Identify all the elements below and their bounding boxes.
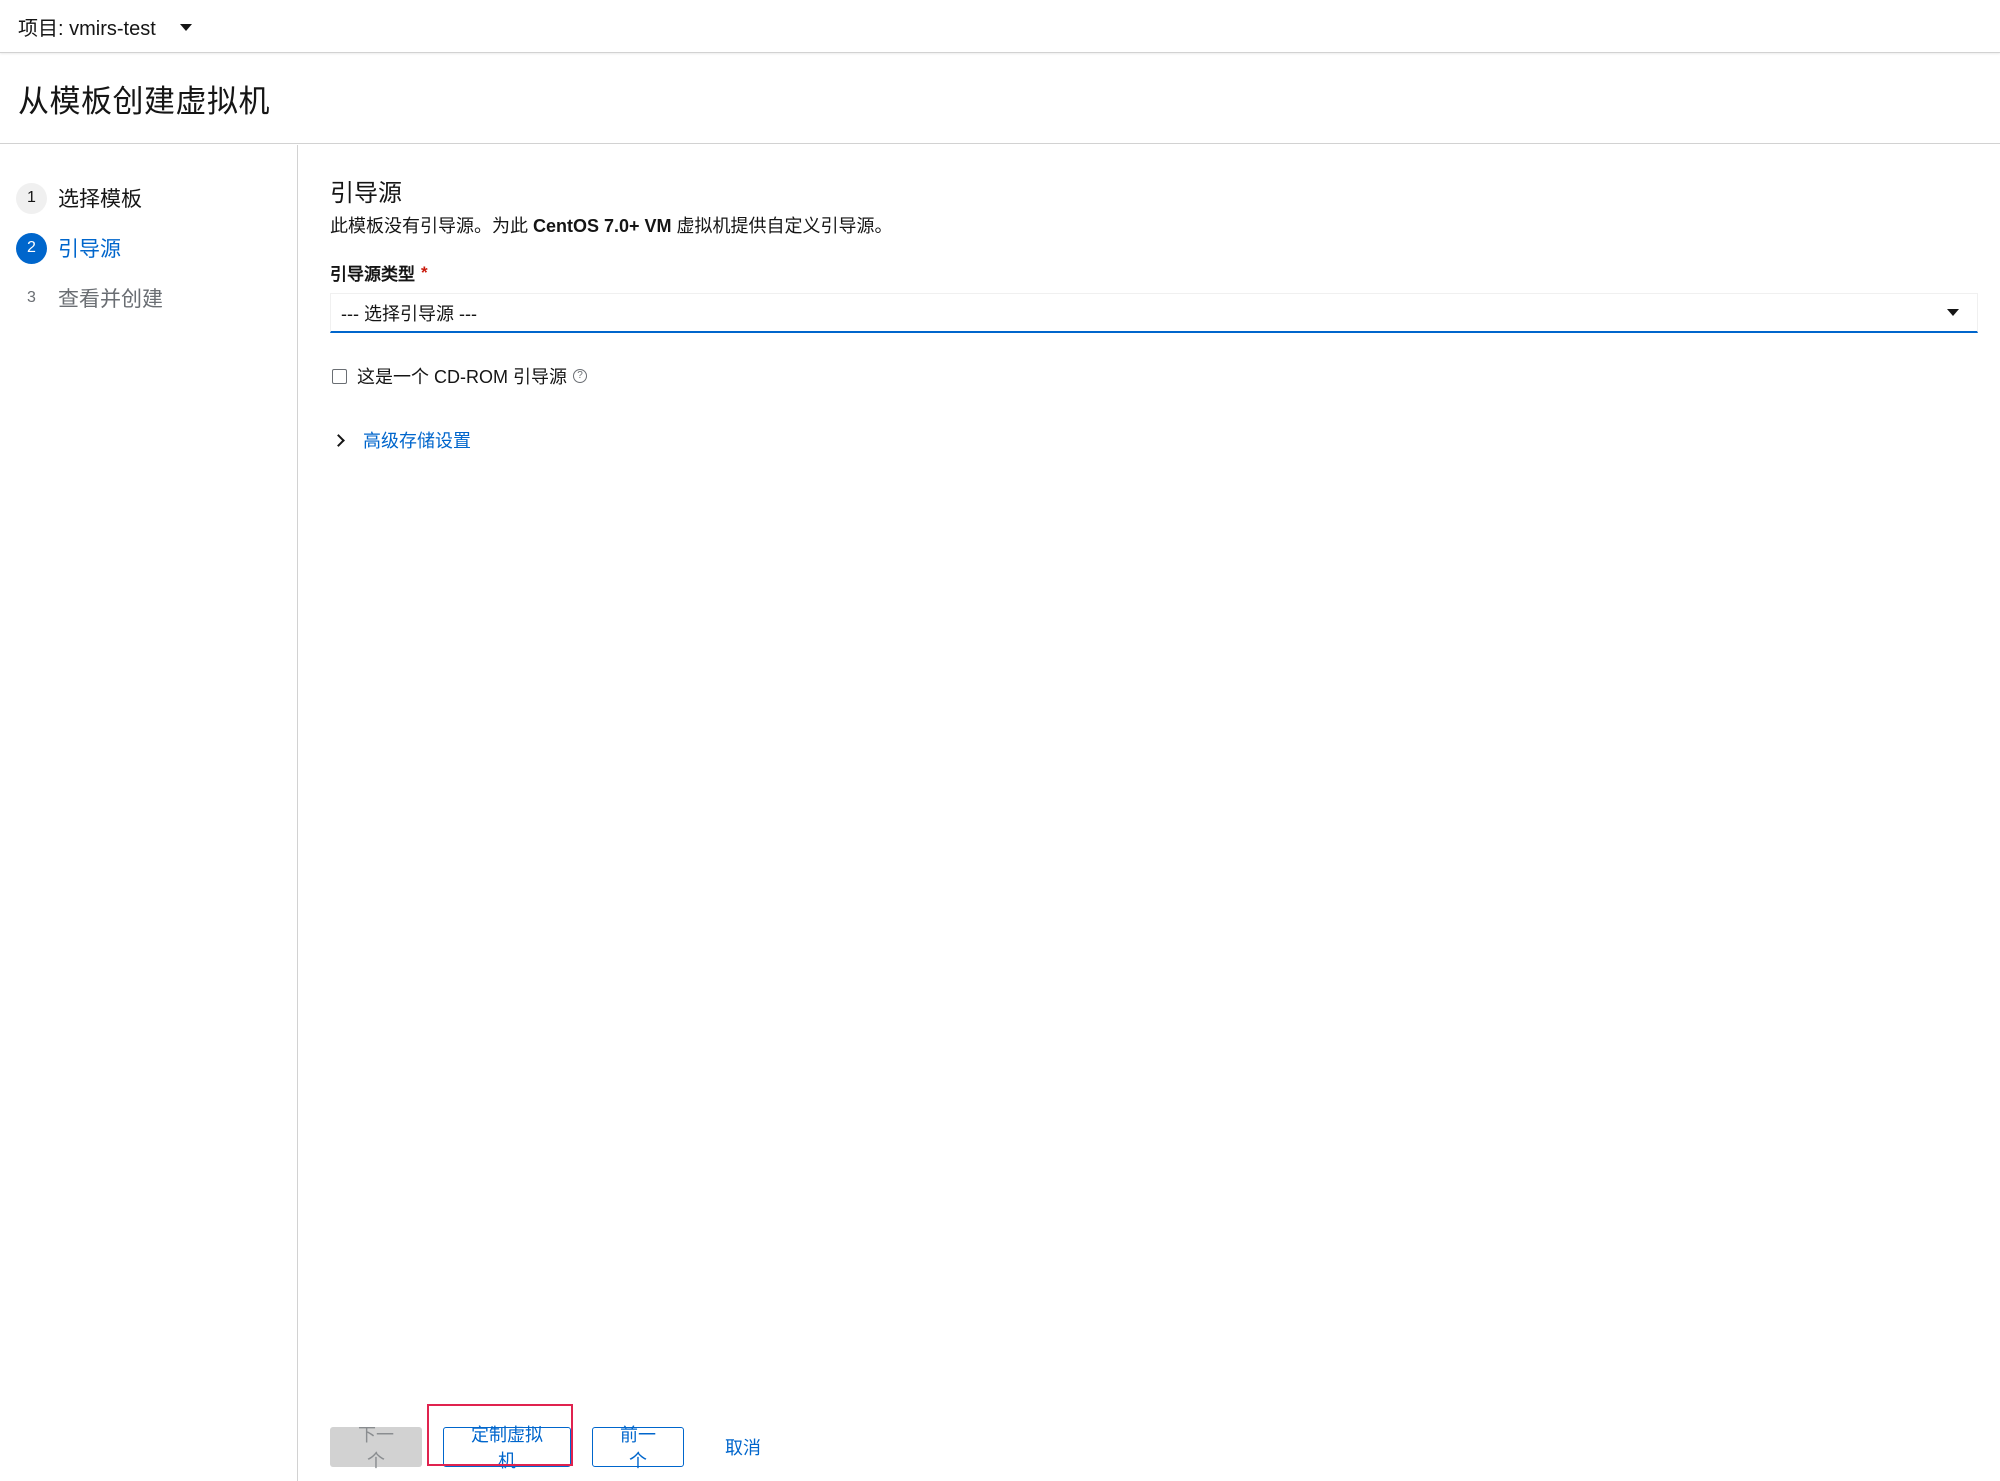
section-description: 此模板没有引导源。为此 CentOS 7.0+ VM 虚拟机提供自定义引导源。 bbox=[330, 214, 2000, 238]
project-selector[interactable]: 项目: vmirs-test bbox=[18, 12, 192, 41]
wizard-steps-nav: 1 选择模板 2 引导源 3 查看并创建 bbox=[0, 145, 298, 1481]
topbar: 项目: vmirs-test bbox=[0, 0, 2000, 53]
boot-source-type-select[interactable]: --- 选择引导源 --- bbox=[330, 293, 1978, 333]
next-button: 下一个 bbox=[330, 1425, 422, 1471]
boot-source-type-select-value: --- 选择引导源 --- bbox=[341, 303, 477, 324]
section-title: 引导源 bbox=[330, 180, 402, 207]
step-number: 3 bbox=[27, 289, 36, 306]
cancel-button[interactable]: 取消 bbox=[705, 1427, 781, 1467]
chevron-right-icon bbox=[332, 433, 345, 447]
customize-vm-button[interactable]: 定制虚拟机 bbox=[443, 1425, 571, 1471]
cdrom-checkbox-row: 这是一个 CD-ROM 引导源 ? bbox=[330, 363, 2000, 389]
help-icon[interactable]: ? bbox=[573, 369, 587, 383]
boot-source-type-label-text: 引导源类型 bbox=[330, 265, 415, 284]
page-title: 从模板创建虚拟机 bbox=[18, 83, 270, 119]
wizard-step-review-create: 3 查看并创建 bbox=[0, 273, 297, 323]
cdrom-checkbox-label[interactable]: 这是一个 CD-ROM 引导源 bbox=[357, 363, 567, 389]
step-number: 2 bbox=[16, 232, 47, 264]
advanced-storage-expander[interactable]: 高级存储设置 bbox=[330, 427, 2000, 453]
description-suffix: 虚拟机提供自定义引导源。 bbox=[671, 216, 893, 236]
description-prefix: 此模板没有引导源。为此 bbox=[330, 216, 533, 236]
wizard-layout: 1 选择模板 2 引导源 3 查看并创建 引导源 此模板没有引导源。为此 Cen… bbox=[0, 145, 2000, 1481]
previous-button[interactable]: 前一个 bbox=[592, 1425, 684, 1471]
step-label: 引导源 bbox=[58, 238, 121, 261]
caret-down-icon bbox=[1947, 309, 1959, 316]
wizard-footer: 下一个 定制虚拟机 前一个 取消 bbox=[330, 1425, 781, 1471]
boot-source-type-label: 引导源类型 * bbox=[330, 260, 2000, 285]
project-selector-label: 项目: vmirs-test bbox=[18, 17, 156, 40]
wizard-step-select-template[interactable]: 1 选择模板 bbox=[0, 173, 297, 223]
cdrom-checkbox[interactable] bbox=[332, 368, 347, 384]
wizard-step-boot-source[interactable]: 2 引导源 bbox=[0, 223, 297, 273]
description-template-name: CentOS 7.0+ VM bbox=[533, 216, 672, 236]
step-number: 1 bbox=[16, 182, 47, 214]
step-label: 选择模板 bbox=[58, 188, 142, 211]
advanced-storage-label: 高级存储设置 bbox=[363, 431, 471, 451]
page-header: 从模板创建虚拟机 bbox=[0, 53, 2000, 144]
caret-down-icon bbox=[179, 23, 192, 31]
required-marker: * bbox=[421, 262, 428, 282]
step-label: 查看并创建 bbox=[58, 288, 163, 311]
wizard-main: 引导源 此模板没有引导源。为此 CentOS 7.0+ VM 虚拟机提供自定义引… bbox=[298, 145, 2000, 1481]
